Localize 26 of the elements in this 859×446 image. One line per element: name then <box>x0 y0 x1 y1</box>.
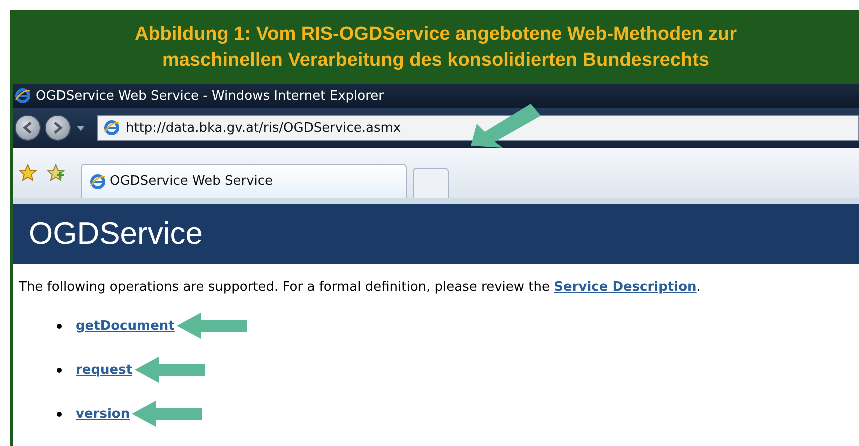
bullet-icon <box>57 412 62 416</box>
window-title: OGDService Web Service - Windows Internet Explorer <box>36 88 384 104</box>
annotation-arrow <box>134 357 205 383</box>
browser-logo-icon <box>90 174 106 190</box>
annotation-arrow <box>176 313 247 339</box>
forward-button[interactable] <box>45 115 71 141</box>
browser-logo-icon <box>104 120 120 136</box>
add-favorite-icon[interactable] <box>47 164 65 182</box>
operation-link[interactable]: request <box>76 362 133 378</box>
bullet-icon <box>57 368 62 372</box>
address-field[interactable]: http://data.bka.gv.at/ris/OGDService.asmx <box>97 115 859 141</box>
service-description-link[interactable]: Service Description <box>554 280 697 295</box>
annotation-arrow <box>132 401 202 427</box>
operation-link[interactable]: getDocument <box>76 318 175 334</box>
url-text: http://data.bka.gv.at/ris/OGDService.asmx <box>126 120 402 136</box>
operation-link[interactable]: version <box>76 406 130 422</box>
caption-line: maschinellen Verarbeitung des konsolidierten Bundesrechts <box>162 50 710 72</box>
browser-tab[interactable]: OGDService Web Service <box>81 164 407 198</box>
browser-logo-icon <box>15 88 31 104</box>
intro-text: The following operations are supported. For a formal definition, please review the Service Description. <box>19 280 702 295</box>
caret-icon[interactable] <box>75 123 87 133</box>
page-heading: OGDService <box>29 216 203 252</box>
caption-line: Abbildung 1: Vom RIS-OGDService angebotene Web-Methoden zur <box>134 24 738 46</box>
back-button[interactable] <box>15 115 41 141</box>
bullet-icon <box>57 324 62 328</box>
star-icon[interactable] <box>19 164 37 182</box>
